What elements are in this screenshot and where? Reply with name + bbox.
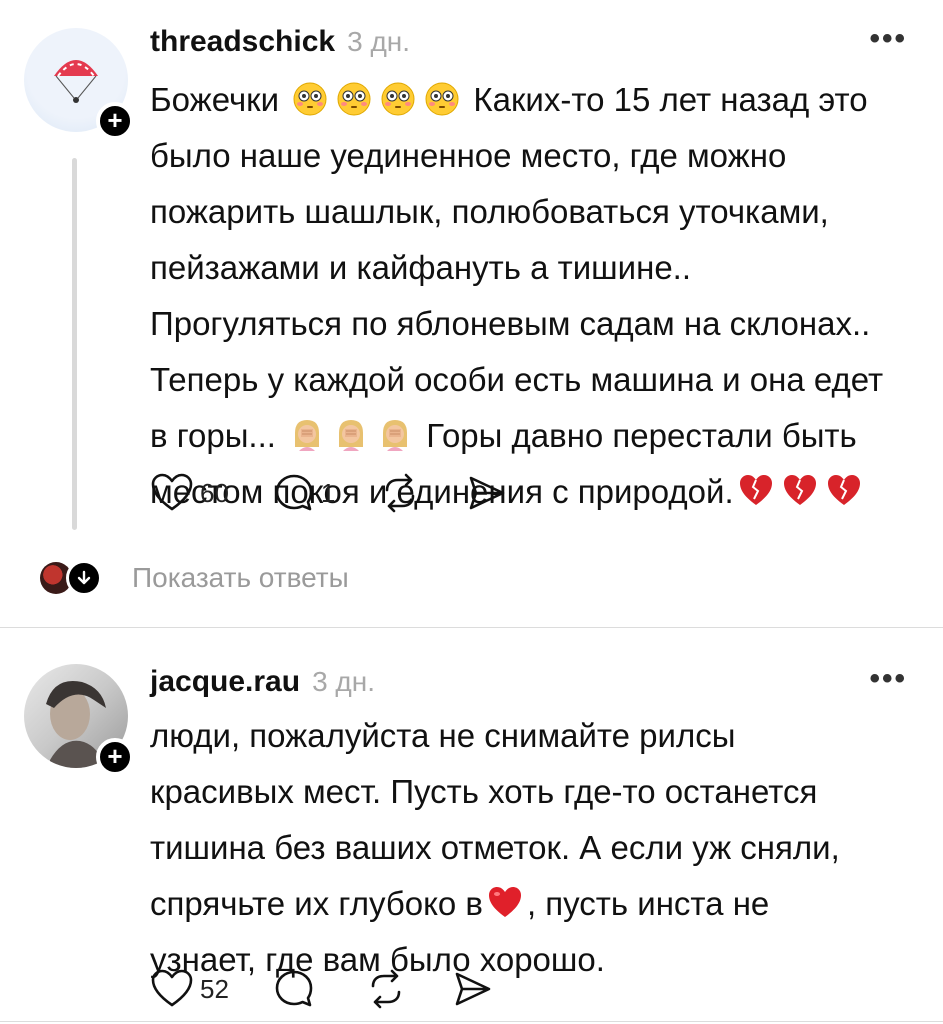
like-button[interactable]: 60: [150, 473, 229, 513]
flushed-face-emoji: [425, 82, 459, 116]
reply-button[interactable]: [273, 968, 321, 1010]
text-segment: Божечки: [150, 81, 289, 118]
like-count: 52: [200, 973, 229, 1004]
comment-text-line: Божечки Каких-то 15 лет назад это: [150, 72, 920, 128]
comment-text-line: пожарить шашлык, полюбоваться уточками,: [150, 193, 829, 230]
action-bar: 52: [150, 964, 537, 1014]
heart-icon: [151, 969, 193, 1007]
flushed-face-emoji: [293, 82, 327, 116]
comment-icon: [275, 970, 313, 1007]
comment-header: jacque.rau 3 дн. •••: [150, 662, 907, 702]
show-replies-link[interactable]: Показать ответы: [132, 562, 349, 594]
show-replies-row[interactable]: Показать ответы: [40, 556, 349, 600]
comment-text: Божечки Каких-то 15 лет назад это было на…: [150, 72, 920, 520]
timestamp: 3 дн.: [347, 26, 411, 57]
thread-line: [72, 158, 77, 530]
repost-icon: [371, 969, 401, 1009]
comment-text-line: Теперь у каждой особи есть машина и она …: [150, 361, 884, 398]
repost-button[interactable]: [365, 968, 407, 1010]
flushed-face-emoji: [381, 82, 415, 116]
like-count: 60: [200, 477, 229, 508]
avatar-threadschick[interactable]: +: [24, 28, 134, 140]
follow-plus-icon[interactable]: +: [96, 738, 134, 776]
share-button[interactable]: [451, 968, 493, 1010]
broken-heart-emoji: [783, 475, 816, 505]
comment-text: люди, пожалуйста не снимайте рилсы красив…: [150, 708, 920, 988]
follow-plus-icon[interactable]: +: [96, 102, 134, 140]
more-options-icon[interactable]: •••: [869, 22, 907, 56]
share-button[interactable]: [465, 472, 507, 514]
timestamp: 3 дн.: [312, 666, 375, 697]
facepalm-emoji: [295, 420, 320, 451]
comment-icon: [275, 474, 313, 511]
text-segment: Каких-то 15 лет назад это: [464, 81, 868, 118]
like-button[interactable]: 52: [150, 969, 229, 1009]
repost-button[interactable]: [379, 472, 421, 514]
more-options-icon[interactable]: •••: [869, 662, 907, 696]
send-icon: [455, 972, 491, 1006]
facepalm-emoji: [383, 420, 408, 451]
divider: [0, 1021, 943, 1022]
avatar-jacque-rau[interactable]: +: [24, 664, 134, 776]
comment-text-line: тишина без ваших отметок. А если уж снял…: [150, 829, 840, 866]
comment-header: threadschick 3 дн. •••: [150, 22, 907, 62]
reply-count: 1: [320, 477, 336, 508]
text-segment: Горы давно перестали быть: [417, 417, 857, 454]
divider: [0, 627, 943, 628]
send-icon: [470, 476, 505, 510]
comment-text-line: красивых мест. Пусть хоть где-то останет…: [150, 773, 818, 810]
username[interactable]: threadschick: [150, 25, 335, 59]
heart-icon: [151, 473, 193, 511]
facepalm-emoji: [339, 420, 364, 451]
comment-text-line: пейзажами и кайфануть а тишине..: [150, 249, 692, 286]
text-segment: , пусть инста не: [526, 885, 770, 922]
text-segment: спрячьте их глубоко в: [150, 885, 483, 922]
broken-heart-emoji: [739, 475, 772, 505]
reply-button[interactable]: 1: [273, 472, 335, 514]
comment-text-line: спрячьте их глубоко в , пусть инста не: [150, 876, 920, 932]
comment-text-line: в горы... Горы давно перестали быть: [150, 408, 920, 464]
comment-text-line: люди, пожалуйста не снимайте рилсы: [150, 717, 736, 754]
text-segment: в горы...: [150, 417, 286, 454]
action-bar: 60 1: [150, 468, 551, 518]
flushed-face-emoji: [337, 82, 371, 116]
username[interactable]: jacque.rau: [150, 665, 300, 699]
chevron-down-icon: [66, 560, 102, 596]
broken-heart-emoji: [827, 475, 860, 505]
comment-text-line: было наше уединенное место, где можно: [150, 137, 787, 174]
repost-icon: [386, 473, 415, 513]
red-heart-emoji: [488, 887, 521, 917]
comment-text-line: Прогуляться по яблоневым садам на склона…: [150, 305, 871, 342]
